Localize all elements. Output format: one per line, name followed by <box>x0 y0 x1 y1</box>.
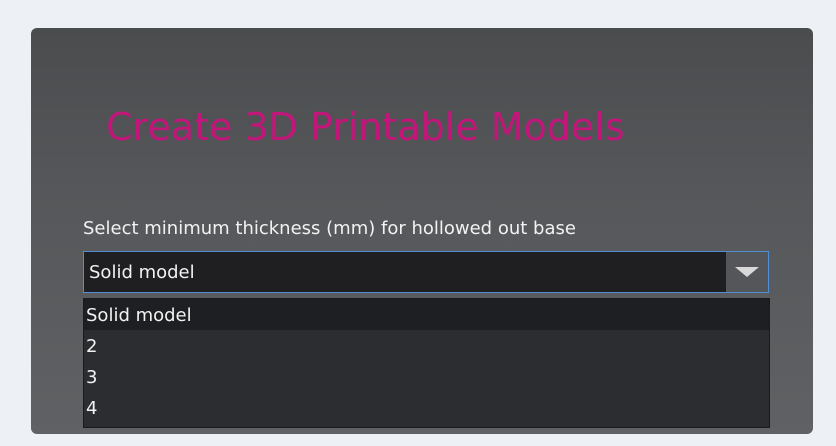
option-solid-model[interactable]: Solid model <box>84 299 769 330</box>
option-4[interactable]: 4 <box>84 392 769 423</box>
option-label: 2 <box>86 336 98 357</box>
thickness-label: Select minimum thickness (mm) for hollow… <box>83 218 576 239</box>
thickness-options-list: Solid model 2 3 4 <box>83 298 770 428</box>
dropdown-toggle-button[interactable] <box>726 252 768 292</box>
option-2[interactable]: 2 <box>84 330 769 361</box>
settings-panel: Create 3D Printable Models Select minimu… <box>31 28 813 434</box>
option-label: Solid model <box>86 305 192 326</box>
thickness-select[interactable]: Solid model <box>83 251 769 293</box>
thickness-select-value: Solid model <box>89 262 195 283</box>
option-label: 3 <box>86 367 98 388</box>
option-label: 4 <box>86 398 98 419</box>
option-3[interactable]: 3 <box>84 361 769 392</box>
page-title: Create 3D Printable Models <box>106 105 625 149</box>
chevron-down-icon <box>735 267 759 277</box>
